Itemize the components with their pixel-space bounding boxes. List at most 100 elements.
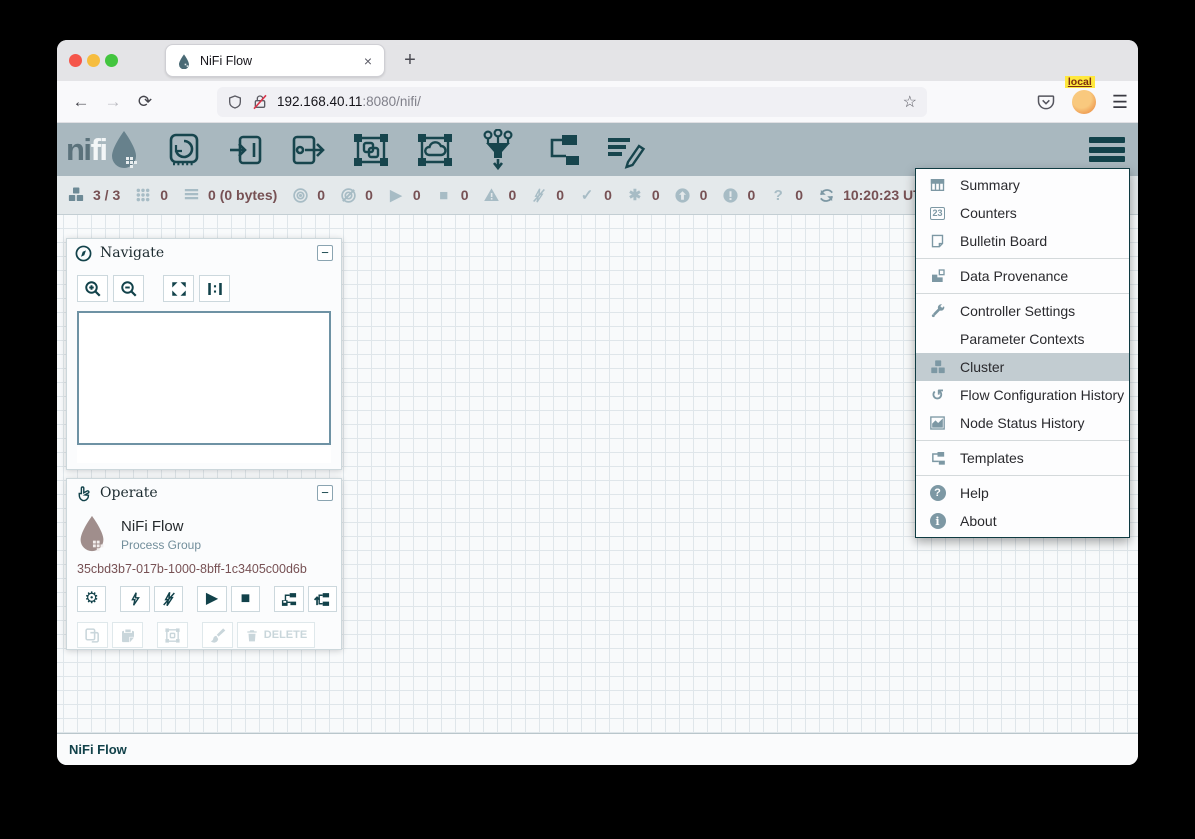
zoom-fit-button[interactable]	[163, 275, 194, 302]
menu-separator	[916, 475, 1129, 476]
desktop-backdrop: NiFi Flow × + ← → ⟳ 192.168.40.11:8080/n…	[0, 0, 1195, 839]
remote-process-group-draggable-icon[interactable]	[414, 130, 456, 170]
operate-palette: Operate − NiFi Flow Process Group 35c	[66, 478, 342, 650]
app-menu-button[interactable]: ☰	[1112, 92, 1128, 113]
menu-item-about[interactable]: i About	[916, 507, 1129, 535]
group-icon	[164, 627, 181, 644]
global-menu-button[interactable]	[1089, 136, 1125, 163]
url-path: :8080/nifi/	[362, 94, 421, 109]
profile-avatar[interactable]: local	[1072, 90, 1096, 114]
template-draggable-icon[interactable]	[540, 130, 582, 170]
create-template-button[interactable]	[274, 586, 303, 612]
breadcrumb-root[interactable]: NiFi Flow	[69, 742, 127, 757]
global-menu: Summary 23 Counters Bulletin Board Data …	[915, 168, 1130, 538]
menu-item-summary[interactable]: Summary	[916, 171, 1129, 199]
help-icon: ?	[928, 484, 947, 502]
browser-nav-bar: ← → ⟳ 192.168.40.11:8080/nifi/ ☆	[57, 81, 1138, 123]
history-icon: ↺	[931, 388, 944, 403]
status-stopped: ■ 0	[435, 186, 469, 204]
menu-item-counters[interactable]: 23 Counters	[916, 199, 1129, 227]
menu-item-controller-settings[interactable]: Controller Settings	[916, 297, 1129, 325]
browser-tab[interactable]: NiFi Flow ×	[165, 44, 385, 77]
copy-icon	[84, 627, 101, 644]
label-draggable-icon[interactable]	[604, 130, 646, 170]
group-button[interactable]	[157, 622, 188, 648]
stop-icon: ■	[241, 591, 251, 607]
stopped-icon: ■	[439, 188, 448, 203]
profile-badge: local	[1065, 76, 1095, 88]
funnel-draggable-icon[interactable]	[478, 129, 518, 171]
status-not-transmitting: 0	[339, 186, 373, 204]
navigate-title: Navigate	[100, 245, 317, 261]
delete-button[interactable]: DELETE	[237, 622, 315, 648]
menu-item-node-status-history[interactable]: Node Status History	[916, 409, 1129, 437]
output-port-draggable-icon[interactable]	[288, 130, 328, 170]
navigate-buttons	[77, 275, 331, 302]
up-to-date-check-icon: ✓	[581, 188, 594, 203]
status-transmitting: 0	[291, 186, 325, 204]
menu-separator	[916, 258, 1129, 259]
zoom-actual-size-button[interactable]	[199, 275, 230, 302]
window-minimize-button[interactable]	[87, 54, 100, 67]
lightning-icon	[128, 591, 143, 607]
menu-item-bulletin-board[interactable]: Bulletin Board	[916, 227, 1129, 255]
start-button[interactable]: ▶	[197, 586, 226, 612]
status-invalid: 0	[482, 186, 516, 204]
status-locally-modified-stale: 0	[721, 186, 755, 204]
menu-separator	[916, 440, 1129, 441]
menu-item-flow-configuration-history[interactable]: ↺ Flow Configuration History	[916, 381, 1129, 409]
locally-modified-stale-icon	[721, 186, 739, 204]
zoom-in-button[interactable]	[77, 275, 108, 302]
pocket-icon[interactable]	[1036, 92, 1056, 112]
configure-button[interactable]: ⚙	[77, 586, 106, 612]
nav-right-cluster: local ☰	[1036, 81, 1128, 123]
menu-item-data-provenance[interactable]: Data Provenance	[916, 262, 1129, 290]
sync-failure-question-icon: ?	[774, 188, 783, 203]
stale-arrow-icon	[674, 186, 692, 204]
status-sync-failure: ? 0	[769, 186, 803, 204]
zoom-out-button[interactable]	[113, 275, 144, 302]
input-port-draggable-icon[interactable]	[226, 130, 266, 170]
forward-button[interactable]: →	[97, 92, 129, 112]
paste-button[interactable]	[112, 622, 143, 648]
navigate-collapse-button[interactable]: −	[317, 245, 333, 261]
window-close-button[interactable]	[69, 54, 82, 67]
birdseye-footer	[77, 447, 331, 463]
nifi-logo: nifi	[66, 130, 139, 170]
upload-template-button[interactable]	[308, 586, 337, 612]
birdseye-minimap[interactable]	[77, 311, 331, 445]
provenance-icon	[928, 267, 947, 285]
back-button[interactable]: ←	[65, 92, 97, 112]
menu-item-help[interactable]: ? Help	[916, 479, 1129, 507]
process-group-draggable-icon[interactable]	[350, 130, 392, 170]
operate-header: Operate −	[67, 479, 341, 507]
processor-draggable-icon[interactable]	[164, 130, 204, 170]
menu-item-parameter-contexts[interactable]: Parameter Contexts	[916, 325, 1129, 353]
operate-title: Operate	[100, 485, 317, 501]
menu-item-cluster[interactable]: Cluster	[916, 353, 1129, 381]
gear-icon: ⚙	[85, 591, 99, 607]
url-host: 192.168.40.11	[277, 94, 362, 109]
selected-component-type: Process Group	[121, 538, 201, 552]
copy-button[interactable]	[77, 622, 108, 648]
status-disabled: 0	[530, 186, 564, 204]
component-toolbar	[164, 129, 646, 171]
status-active-threads: 0	[134, 186, 168, 204]
stop-button[interactable]: ■	[231, 586, 260, 612]
menu-item-templates[interactable]: Templates	[916, 444, 1129, 472]
enable-button[interactable]	[120, 586, 149, 612]
reload-button[interactable]: ⟳	[129, 92, 161, 112]
operate-collapse-button[interactable]: −	[317, 485, 333, 501]
summary-table-icon	[928, 176, 947, 194]
insecure-lock-icon	[252, 94, 268, 110]
bookmark-star-icon[interactable]: ☆	[903, 92, 917, 112]
new-tab-button[interactable]: +	[397, 48, 423, 74]
operate-hand-icon	[75, 485, 92, 502]
templates-icon	[928, 449, 947, 467]
disable-button[interactable]	[154, 586, 183, 612]
window-zoom-button[interactable]	[105, 54, 118, 67]
url-bar[interactable]: 192.168.40.11:8080/nifi/ ☆	[217, 87, 927, 117]
tab-close-icon[interactable]: ×	[362, 53, 374, 69]
color-button[interactable]	[202, 622, 233, 648]
refresh-icon[interactable]	[817, 186, 835, 204]
